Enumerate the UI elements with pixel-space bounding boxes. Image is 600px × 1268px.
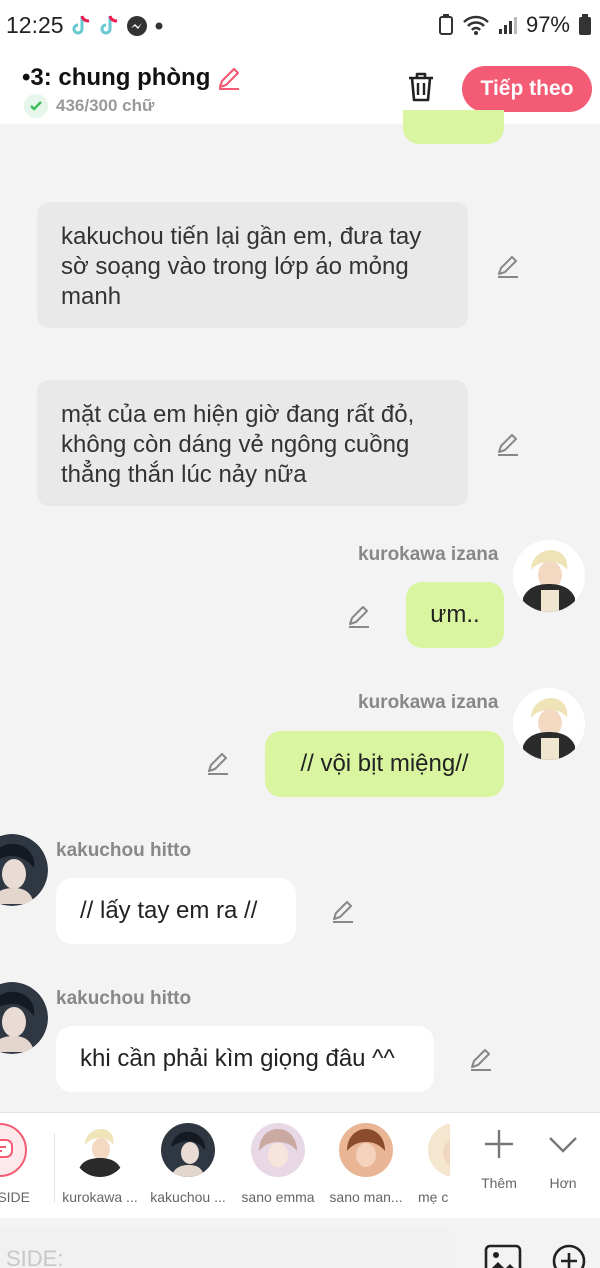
character-label: mẹ c xyxy=(418,1189,449,1205)
message-text: // lấy tay em ra // xyxy=(80,897,258,924)
notification-icons xyxy=(70,14,164,38)
check-icon xyxy=(24,94,48,118)
wifi-icon xyxy=(463,15,489,35)
add-circle-icon[interactable] xyxy=(552,1244,586,1268)
chevron-down-icon xyxy=(549,1137,577,1153)
character-item[interactable]: kurokawa ... xyxy=(56,1123,144,1205)
edit-pencil-icon[interactable] xyxy=(330,898,356,924)
character-label: sano man... xyxy=(329,1189,403,1205)
avatar[interactable] xyxy=(513,688,585,760)
message-input[interactable]: SIDE: xyxy=(0,1228,456,1268)
character-avatar xyxy=(428,1123,450,1177)
speaker-name: kurokawa izana xyxy=(358,692,499,713)
chapter-title[interactable]: •3: chung phòng xyxy=(22,64,242,92)
character-avatar xyxy=(251,1123,305,1177)
tiktok-icon xyxy=(100,15,118,35)
character-avatar xyxy=(161,1123,215,1177)
more-button[interactable]: Hơn xyxy=(519,1127,600,1191)
status-right: 97% xyxy=(438,12,592,38)
speaker-name: kakuchou hitto xyxy=(56,840,192,861)
edit-pencil-icon[interactable] xyxy=(495,431,521,457)
character-item[interactable]: kakuchou ... xyxy=(144,1123,232,1205)
narration-text: kakuchou tiến lại gần em, đưa tay sờ soạ… xyxy=(61,223,422,310)
message-bubble[interactable]: // lấy tay em ra // xyxy=(56,878,296,944)
chapter-title-text: •3: chung phòng xyxy=(22,64,211,91)
battery-percent: 97% xyxy=(525,12,570,37)
editor-header: •3: chung phòng 436/300 chữ Tiếp theo xyxy=(0,52,600,124)
edit-pencil-icon[interactable] xyxy=(495,253,521,279)
signal-icon xyxy=(498,17,517,34)
speaker-name: kurokawa izana xyxy=(358,544,499,565)
message-bubble-partial[interactable] xyxy=(403,110,504,144)
edit-pencil-icon[interactable] xyxy=(346,603,372,629)
pencil-icon[interactable] xyxy=(216,65,242,91)
plus-icon xyxy=(485,1130,513,1158)
message-text: ưm.. xyxy=(430,601,480,628)
battery-icon xyxy=(579,14,591,35)
status-time: 12:25 xyxy=(6,12,64,38)
character-item[interactable]: sano emma xyxy=(234,1123,322,1205)
message-text: khi cần phải kìm giọng đâu ^^ xyxy=(80,1045,395,1072)
image-icon[interactable] xyxy=(484,1244,522,1268)
word-count: 436/300 chữ xyxy=(24,94,154,118)
edit-pencil-icon[interactable] xyxy=(468,1046,494,1072)
divider xyxy=(54,1133,55,1203)
word-count-text: 436/300 chữ xyxy=(56,96,155,115)
tiktok-icon xyxy=(72,15,90,35)
chat-bubble-icon xyxy=(0,1139,13,1158)
character-item[interactable]: mẹ c xyxy=(402,1123,450,1205)
character-avatar xyxy=(339,1123,393,1177)
side-avatar xyxy=(0,1123,27,1177)
edit-pencil-icon[interactable] xyxy=(205,750,231,776)
side-label: SIDE xyxy=(0,1189,30,1205)
messenger-icon xyxy=(127,16,147,36)
narration-text: mặt của em hiện giờ đang rất đỏ, không c… xyxy=(61,401,415,488)
trash-icon[interactable] xyxy=(404,70,438,104)
message-input-placeholder: SIDE: xyxy=(6,1246,64,1268)
side-character[interactable]: SIDE xyxy=(0,1123,44,1205)
character-label: kakuchou ... xyxy=(150,1189,226,1205)
message-bubble[interactable]: khi cần phải kìm giọng đâu ^^ xyxy=(56,1026,434,1092)
speaker-name: kakuchou hitto xyxy=(56,988,192,1009)
narration-bubble[interactable]: kakuchou tiến lại gần em, đưa tay sờ soạ… xyxy=(37,202,468,328)
character-avatar xyxy=(73,1123,127,1177)
avatar[interactable] xyxy=(513,540,585,612)
battery-saver-icon xyxy=(438,14,453,35)
character-label: sano emma xyxy=(241,1189,315,1205)
next-button[interactable]: Tiếp theo xyxy=(462,66,592,112)
message-text: // vội bịt miệng// xyxy=(300,750,469,777)
character-label: kurokawa ... xyxy=(62,1189,138,1205)
message-bubble[interactable]: ưm.. xyxy=(406,582,504,648)
character-item[interactable]: sano man... xyxy=(322,1123,410,1205)
status-bar: 12:25 97% xyxy=(0,0,600,52)
character-bar: SIDE kurokawa ... kakuchou ... sano emma… xyxy=(0,1112,600,1218)
narration-bubble[interactable]: mặt của em hiện giờ đang rất đỏ, không c… xyxy=(37,380,468,506)
more-label: Hơn xyxy=(549,1175,577,1191)
dot-icon xyxy=(155,22,163,30)
message-bubble[interactable]: // vội bịt miệng// xyxy=(265,731,504,797)
